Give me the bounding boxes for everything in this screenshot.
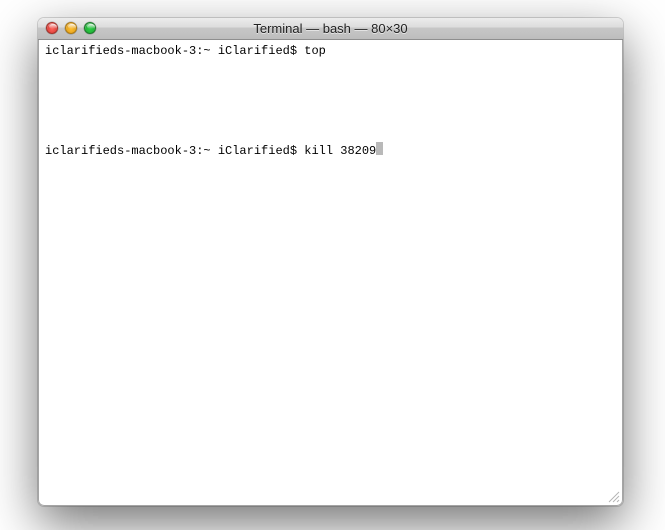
- window-title: Terminal — bash — 80×30: [253, 21, 407, 36]
- traffic-lights: [46, 22, 96, 34]
- terminal-window: Terminal — bash — 80×30 iclarifieds-macb…: [38, 18, 623, 506]
- terminal-blank-region: [45, 58, 616, 142]
- terminal-viewport[interactable]: iclarifieds-macbook-3:~ iClarified$ top …: [38, 40, 623, 506]
- terminal-line: iclarifieds-macbook-3:~ iClarified$ top: [45, 44, 616, 58]
- close-icon[interactable]: [46, 22, 58, 34]
- shell-prompt: iclarifieds-macbook-3:~ iClarified$: [45, 44, 304, 58]
- shell-prompt: iclarifieds-macbook-3:~ iClarified$: [45, 144, 304, 158]
- minimize-icon[interactable]: [65, 22, 77, 34]
- titlebar[interactable]: Terminal — bash — 80×30: [38, 18, 623, 40]
- command-text: kill 38209: [304, 144, 376, 158]
- zoom-icon[interactable]: [84, 22, 96, 34]
- command-text: top: [304, 44, 326, 58]
- text-cursor: [376, 142, 383, 155]
- resize-grip-icon[interactable]: [606, 489, 620, 503]
- terminal-line: iclarifieds-macbook-3:~ iClarified$ kill…: [45, 142, 616, 158]
